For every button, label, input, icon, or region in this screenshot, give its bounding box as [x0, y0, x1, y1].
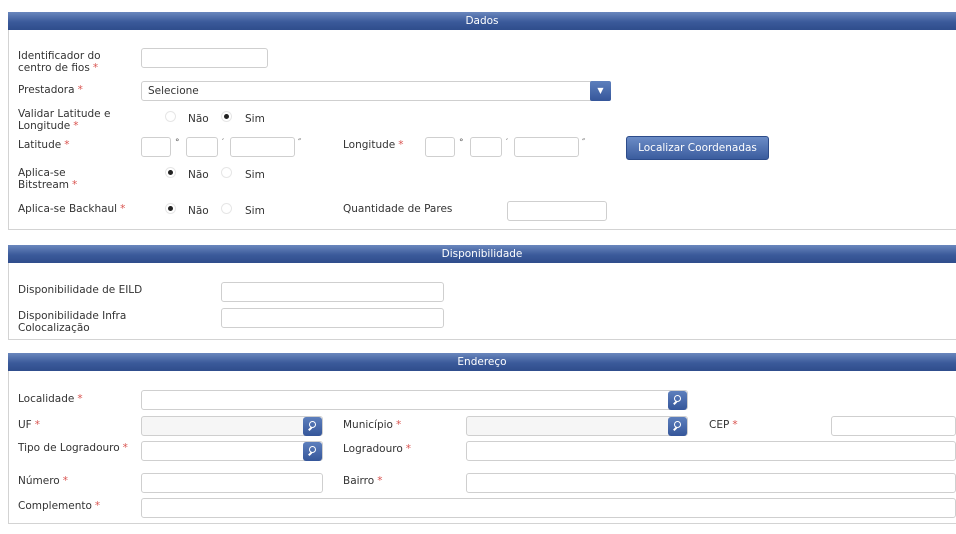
longitude-degrees-input[interactable] [425, 137, 455, 157]
section-header-disponibilidade: Disponibilidade [8, 245, 956, 263]
bairro-label: Bairro * [343, 475, 383, 487]
second-symbol: ″ [298, 138, 302, 148]
search-icon[interactable] [668, 391, 687, 410]
backhaul-label: Aplica-se Backhaul * [18, 203, 126, 215]
validar-sim-label: Sim [245, 113, 265, 125]
quantidade-pares-input[interactable] [507, 201, 607, 221]
section-header-dados: Dados [8, 12, 956, 30]
minute-symbol: ′ [506, 138, 509, 148]
numero-label: Número * [18, 475, 68, 487]
cep-label: CEP * [709, 419, 738, 431]
bitstream-sim-label: Sim [245, 169, 265, 181]
logradouro-input[interactable] [466, 441, 956, 461]
longitude-minutes-input[interactable] [470, 137, 502, 157]
validar-nao-label: Não [188, 113, 209, 125]
logradouro-label: Logradouro * [343, 443, 412, 455]
latitude-seconds-input[interactable] [230, 137, 295, 157]
eild-label: Disponibilidade de EILD [18, 284, 143, 296]
cep-input[interactable] [831, 416, 956, 436]
search-icon[interactable] [668, 417, 687, 436]
longitude-seconds-input[interactable] [514, 137, 579, 157]
latitude-label: Latitude * [18, 139, 70, 151]
complemento-input[interactable] [141, 498, 956, 518]
chevron-down-icon[interactable]: ▼ [590, 81, 611, 101]
search-icon[interactable] [303, 442, 322, 461]
bairro-input[interactable] [466, 473, 956, 493]
search-icon[interactable] [303, 417, 322, 436]
latitude-minutes-input[interactable] [186, 137, 218, 157]
localidade-input[interactable] [141, 390, 688, 410]
minute-symbol: ′ [222, 138, 225, 148]
bitstream-label: Aplica-se Bitstream * [18, 167, 78, 191]
degree-symbol: ° [459, 138, 464, 148]
degree-symbol: ° [175, 138, 180, 148]
localidade-label: Localidade * [18, 393, 83, 405]
backhaul-sim-radio[interactable] [221, 203, 232, 214]
identificador-label: Identificador do centro de fios * [18, 50, 101, 74]
numero-input[interactable] [141, 473, 323, 493]
prestadora-select[interactable]: Selecione ▼ [141, 81, 611, 101]
backhaul-nao-radio[interactable] [165, 203, 176, 214]
identificador-input[interactable] [141, 48, 268, 68]
municipio-input[interactable] [466, 416, 688, 436]
longitude-label: Longitude * [343, 139, 404, 151]
complemento-label: Complemento * [18, 500, 101, 512]
backhaul-sim-label: Sim [245, 205, 265, 217]
prestadora-value: Selecione [148, 85, 199, 97]
localizar-coordenadas-button[interactable]: Localizar Coordenadas [626, 136, 769, 160]
uf-label: UF * [18, 419, 40, 431]
bitstream-nao-radio[interactable] [165, 167, 176, 178]
infra-colocalizacao-label: Disponibilidade Infra Colocalização [18, 310, 127, 334]
validar-label: Validar Latitude e Longitude * [18, 108, 111, 132]
tipo-logradouro-label: Tipo de Logradouro * [18, 442, 128, 454]
eild-input[interactable] [221, 282, 444, 302]
infra-colocalizacao-input[interactable] [221, 308, 444, 328]
second-symbol: ″ [582, 138, 586, 148]
prestadora-label: Prestadora * [18, 84, 83, 96]
bitstream-sim-radio[interactable] [221, 167, 232, 178]
municipio-label: Município * [343, 419, 402, 431]
backhaul-nao-label: Não [188, 205, 209, 217]
uf-input[interactable] [141, 416, 323, 436]
validar-nao-radio[interactable] [165, 111, 176, 122]
validar-sim-radio[interactable] [221, 111, 232, 122]
bitstream-nao-label: Não [188, 169, 209, 181]
quantidade-pares-label: Quantidade de Pares [343, 203, 453, 215]
latitude-degrees-input[interactable] [141, 137, 171, 157]
section-header-endereco: Endereço [8, 353, 956, 371]
tipo-logradouro-input[interactable] [141, 441, 323, 461]
